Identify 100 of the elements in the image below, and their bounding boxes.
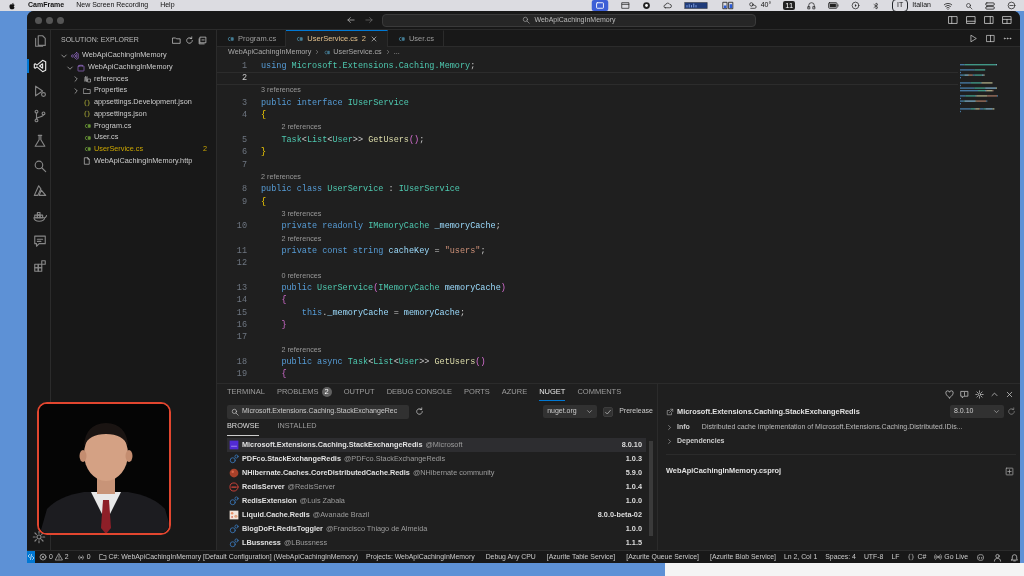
close-icon[interactable]	[1005, 390, 1014, 399]
window-icon[interactable]	[620, 1, 630, 10]
package-icon	[229, 468, 239, 478]
chevron-down-icon[interactable]	[60, 51, 68, 60]
back-arrow-icon[interactable]	[346, 15, 356, 25]
chevron-right-icon[interactable]	[72, 86, 80, 95]
line-number: 10	[235, 220, 248, 233]
line-number: 14	[235, 294, 248, 308]
close-icon[interactable]	[369, 35, 378, 43]
line-number: 3	[240, 96, 248, 110]
stop-icon	[229, 482, 239, 492]
meter-icon[interactable]	[683, 1, 708, 10]
add-icon[interactable]	[1005, 467, 1014, 476]
code-line: {	[280, 368, 287, 382]
package-icon	[229, 524, 239, 534]
explorer-icon[interactable]	[32, 34, 47, 48]
chevron-right-icon[interactable]	[666, 437, 673, 445]
search-icon[interactable]	[965, 1, 973, 10]
line-number: 19	[235, 368, 248, 382]
solution-explorer-icon[interactable]	[32, 59, 47, 73]
flask-icon[interactable]	[32, 134, 47, 148]
search-icon	[522, 16, 531, 24]
split-editor-icon[interactable]	[986, 33, 995, 43]
search-icon	[231, 407, 239, 416]
wifi-icon[interactable]	[943, 0, 953, 11]
line-number: 12	[235, 257, 248, 271]
csharp-file-icon	[396, 34, 405, 43]
open-folder-icon[interactable]	[172, 35, 181, 45]
check-icon	[604, 407, 613, 416]
control-center-icon[interactable]	[985, 0, 995, 11]
play-circle-icon[interactable]	[851, 1, 861, 10]
remote-icon	[27, 553, 35, 561]
toggle-sidebar-icon[interactable]	[948, 15, 958, 25]
refresh-icon[interactable]	[415, 407, 424, 416]
chevron-right-icon[interactable]	[666, 423, 673, 431]
extensions-icon[interactable]	[32, 259, 47, 273]
remote-button[interactable]	[27, 551, 35, 563]
toggle-panel-icon[interactable]	[966, 15, 976, 25]
package-icon	[229, 440, 239, 450]
code-line: using Microsoft.Extensions.Caching.Memory;	[261, 59, 476, 73]
apple-logo[interactable]	[8, 1, 16, 10]
warning-icon	[54, 553, 63, 561]
chat-icon[interactable]	[32, 234, 47, 248]
azure-icon[interactable]	[32, 184, 47, 198]
bell-icon[interactable]	[1010, 552, 1020, 562]
refresh-icon[interactable]	[185, 35, 194, 45]
battery-icon[interactable]	[828, 0, 840, 11]
references-icon	[83, 75, 91, 84]
external-link-icon[interactable]	[666, 407, 674, 416]
feedback-icon[interactable]	[960, 390, 969, 399]
line-number: 6	[240, 146, 248, 159]
code-line: public class UserService : IUserService	[261, 183, 460, 196]
braces-icon	[907, 553, 916, 561]
csharp-file-icon	[226, 34, 234, 43]
package-icon	[229, 510, 239, 520]
run-icon[interactable]	[969, 33, 978, 43]
code-line: public interface IUserService	[261, 96, 409, 110]
account-icon[interactable]	[993, 552, 1003, 562]
cloud-icon[interactable]	[662, 1, 672, 10]
source-control-icon[interactable]	[32, 109, 47, 123]
docker-icon[interactable]	[32, 209, 47, 223]
error-icon	[39, 553, 47, 561]
line-number: 17	[235, 331, 248, 345]
chevron-right-icon[interactable]	[72, 75, 80, 84]
csharp-file-icon	[83, 133, 91, 142]
bluetooth-icon[interactable]	[872, 1, 881, 10]
json-file-icon	[83, 98, 91, 107]
settings-icon[interactable]	[975, 390, 984, 399]
user-circle-icon[interactable]	[1007, 1, 1016, 10]
chevron-right-icon	[384, 49, 391, 55]
chevron-down-icon[interactable]	[66, 63, 74, 72]
chevron-down-icon	[586, 408, 594, 415]
record-dot-icon[interactable]	[641, 1, 651, 10]
code-line: {	[261, 109, 267, 122]
run-debug-icon[interactable]	[32, 84, 47, 98]
code-line: {	[261, 195, 267, 209]
csharp-file-icon	[83, 145, 91, 154]
secondary-sidebar-icon[interactable]	[984, 15, 994, 25]
code-line: this._memoryCache = memoryCache;	[300, 306, 466, 320]
screen-record-icon[interactable]	[590, 0, 609, 11]
file-icon	[83, 157, 91, 166]
antenna-icon	[76, 553, 85, 561]
settings-icon[interactable]	[31, 530, 46, 544]
json-file-icon	[83, 110, 91, 119]
heart-icon[interactable]	[945, 390, 954, 399]
line-number: 7	[240, 158, 248, 172]
chevron-up-icon[interactable]	[990, 390, 999, 399]
weather-icon[interactable]	[747, 1, 757, 10]
csharp-file-icon	[323, 48, 331, 56]
layout-icon[interactable]	[1002, 15, 1012, 25]
headphones-icon[interactable]	[807, 1, 817, 10]
line-number: 16	[235, 319, 248, 332]
code-line: }	[261, 146, 267, 159]
line-number: 18	[235, 356, 248, 369]
refresh-icon[interactable]	[1007, 407, 1016, 416]
code-line: private readonly IMemoryCache _memoryCache;	[280, 220, 501, 233]
collapse-all-icon[interactable]	[198, 35, 207, 45]
checkbox[interactable]	[603, 406, 614, 417]
search-icon[interactable]	[32, 159, 47, 173]
folder-icon	[98, 553, 107, 561]
